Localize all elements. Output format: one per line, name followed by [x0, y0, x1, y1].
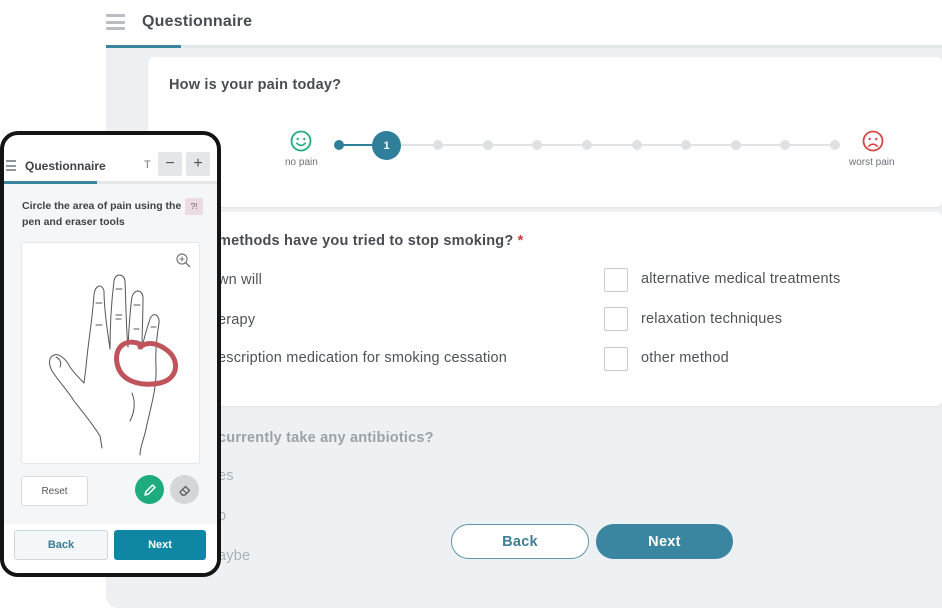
page-title: Questionnaire	[142, 13, 253, 30]
pen-tool-button[interactable]	[135, 475, 164, 504]
pain-scale-step[interactable]	[730, 140, 741, 150]
drawing-canvas[interactable]	[21, 242, 200, 464]
happy-face-icon	[290, 130, 312, 152]
scale-high-label: worst pain	[849, 157, 895, 168]
text-size-icon[interactable]: T	[144, 159, 151, 171]
reset-button[interactable]: Reset	[21, 476, 88, 506]
pain-scale-step[interactable]	[334, 140, 344, 150]
scale-low-label: no pain	[285, 157, 318, 168]
mobile-page-title: Questionnaire	[25, 159, 106, 173]
zoom-in-icon[interactable]	[176, 253, 191, 268]
pain-question-text: How is your pain today?	[169, 77, 342, 93]
pain-scale-step[interactable]	[830, 140, 840, 150]
help-button[interactable]: ?!	[185, 198, 203, 215]
mobile-back-button[interactable]: Back	[14, 530, 108, 560]
pain-scale-step[interactable]	[433, 140, 444, 150]
checkbox-other-method[interactable]	[604, 347, 628, 371]
option-alternative-medical[interactable]: alternative medical treatments	[641, 271, 840, 287]
required-mark: *	[517, 233, 524, 249]
checkbox-alternative-medical[interactable]	[604, 268, 628, 292]
mobile-menu-icon[interactable]	[6, 160, 16, 171]
hand-outline-image	[49, 274, 160, 456]
increase-text-button[interactable]: +	[186, 152, 210, 176]
pain-scale-step[interactable]	[681, 140, 692, 150]
pen-icon	[143, 483, 156, 496]
sad-face-icon	[862, 130, 884, 152]
mobile-question-text: Circle the area of pain using the pen an…	[22, 200, 182, 228]
pain-scale-step[interactable]	[532, 140, 543, 150]
pain-scale-step[interactable]	[631, 140, 642, 150]
decrease-text-button[interactable]: −	[158, 152, 182, 176]
eraser-icon	[178, 485, 190, 496]
option-own-will[interactable]: wn will	[218, 272, 262, 288]
checkbox-relaxation[interactable]	[604, 307, 628, 331]
mobile-phone-frame: Questionnaire T − + Circle the area of p…	[0, 131, 221, 577]
menu-icon[interactable]	[106, 14, 125, 30]
pain-scale-knob[interactable]: 1	[372, 131, 401, 160]
pain-scale-step[interactable]	[780, 140, 791, 150]
pain-circle-drawing	[114, 339, 178, 387]
option-prescription-medication[interactable]: escription medication for smoking cessat…	[218, 350, 507, 366]
eraser-tool-button[interactable]	[170, 475, 199, 504]
option-other-method[interactable]: other method	[641, 350, 729, 366]
next-button[interactable]: Next	[596, 524, 733, 559]
option-maybe[interactable]: aybe	[218, 548, 250, 564]
mobile-next-button[interactable]: Next	[114, 530, 206, 560]
antibiotics-question-text: currently take any antibiotics?	[218, 430, 434, 446]
smoking-question-text: methods have you tried to stop smoking? …	[218, 233, 524, 249]
pain-scale-step[interactable]	[482, 140, 493, 150]
option-relaxation[interactable]: relaxation techniques	[641, 311, 782, 327]
back-button[interactable]: Back	[451, 524, 589, 559]
pain-scale-step[interactable]	[582, 140, 592, 150]
option-therapy[interactable]: erapy	[218, 312, 255, 328]
